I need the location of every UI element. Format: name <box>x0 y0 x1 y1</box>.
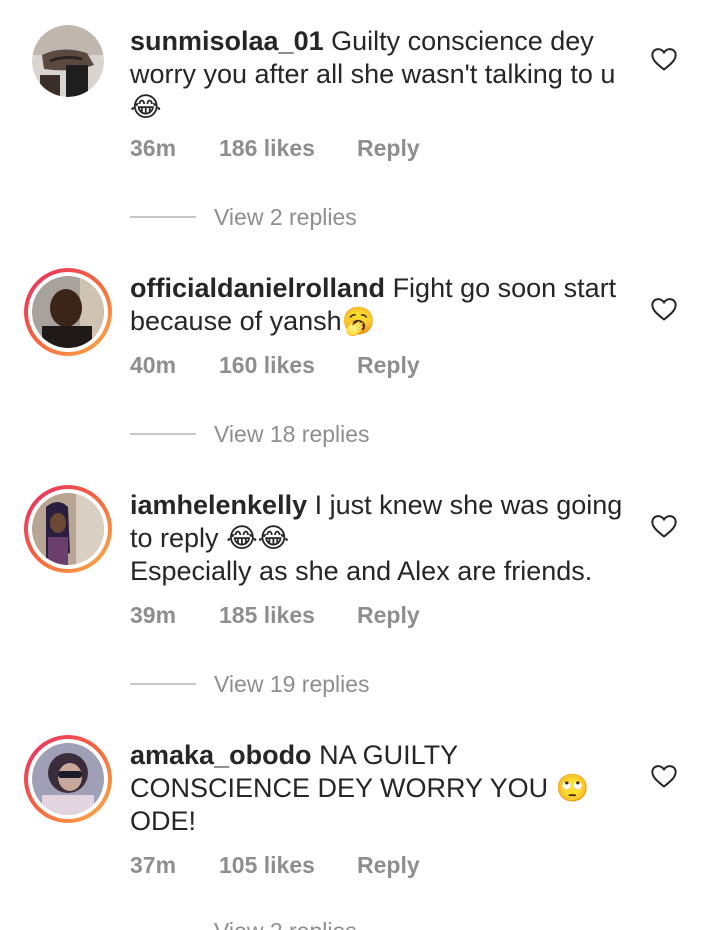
comment-likes[interactable]: 105 likes <box>219 852 357 879</box>
view-replies-label: View 2 replies <box>214 203 357 230</box>
comment-likes[interactable]: 160 likes <box>219 352 357 379</box>
heart-outline-icon[interactable] <box>650 762 678 790</box>
profile-photo <box>32 276 104 348</box>
comment-time: 39m <box>130 602 177 628</box>
view-replies-button[interactable]: View 2 replies <box>130 916 357 930</box>
comment-time: 36m <box>130 135 177 161</box>
reply-button[interactable]: Reply <box>357 602 420 629</box>
comment-text-line2: ODE! <box>130 806 197 836</box>
comment-username[interactable]: amaka_obodo <box>130 740 312 770</box>
comment-meta: 39m 185 likes Reply <box>130 602 420 629</box>
view-replies-label: View 18 replies <box>214 420 370 447</box>
comment-username[interactable]: officialdanielrolland <box>130 273 385 303</box>
comment-body: iamhelenkelly I just knew she was going … <box>130 489 645 588</box>
divider-line <box>130 683 196 685</box>
comment-username[interactable]: sunmisolaa_01 <box>130 26 324 56</box>
comment-emoji: 😂 <box>130 92 162 123</box>
heart-outline-icon[interactable] <box>650 45 678 73</box>
comment-likes[interactable]: 185 likes <box>219 602 357 629</box>
comments-list: sunmisolaa_01 Guilty conscience dey worr… <box>0 0 720 930</box>
reply-button[interactable]: Reply <box>357 352 420 379</box>
view-replies-button[interactable]: View 2 replies <box>130 202 357 232</box>
heart-outline-icon[interactable] <box>650 512 678 540</box>
comment-emoji: 🥱 <box>341 306 376 337</box>
comment-username[interactable]: iamhelenkelly <box>130 490 307 520</box>
view-replies-label: View 2 replies <box>214 918 357 930</box>
avatar[interactable] <box>24 735 112 823</box>
divider-line <box>130 216 196 218</box>
story-ring <box>28 739 108 819</box>
avatar[interactable] <box>24 268 112 356</box>
story-ring <box>28 489 108 569</box>
comment-emoji: 😂😂 <box>226 523 290 554</box>
view-replies-button[interactable]: View 19 replies <box>130 669 370 699</box>
profile-photo <box>32 743 104 815</box>
comment-likes[interactable]: 186 likes <box>219 135 357 162</box>
view-replies-label: View 19 replies <box>214 670 370 697</box>
comment-meta: 37m 105 likes Reply <box>130 852 420 879</box>
profile-photo <box>32 493 104 565</box>
comment-text-line2: Especially as she and Alex are friends. <box>130 556 593 586</box>
avatar[interactable] <box>32 25 104 97</box>
divider-line <box>130 433 196 435</box>
avatar[interactable] <box>24 485 112 573</box>
comment-body: sunmisolaa_01 Guilty conscience dey worr… <box>130 25 645 124</box>
comment-body: amaka_obodo NA GUILTY CONSCIENCE DEY WOR… <box>130 739 645 838</box>
comment-time: 37m <box>130 852 177 878</box>
comment-time: 40m <box>130 352 177 378</box>
reply-button[interactable]: Reply <box>357 852 420 879</box>
heart-outline-icon[interactable] <box>650 295 678 323</box>
profile-photo <box>32 25 104 97</box>
reply-button[interactable]: Reply <box>357 135 420 162</box>
view-replies-button[interactable]: View 18 replies <box>130 419 370 449</box>
story-ring <box>28 272 108 352</box>
comment-meta: 40m 160 likes Reply <box>130 352 420 379</box>
comment-meta: 36m 186 likes Reply <box>130 135 420 162</box>
comment-emoji: 🙄 <box>555 773 590 804</box>
comment-body: officialdanielrolland Fight go soon star… <box>130 272 645 338</box>
